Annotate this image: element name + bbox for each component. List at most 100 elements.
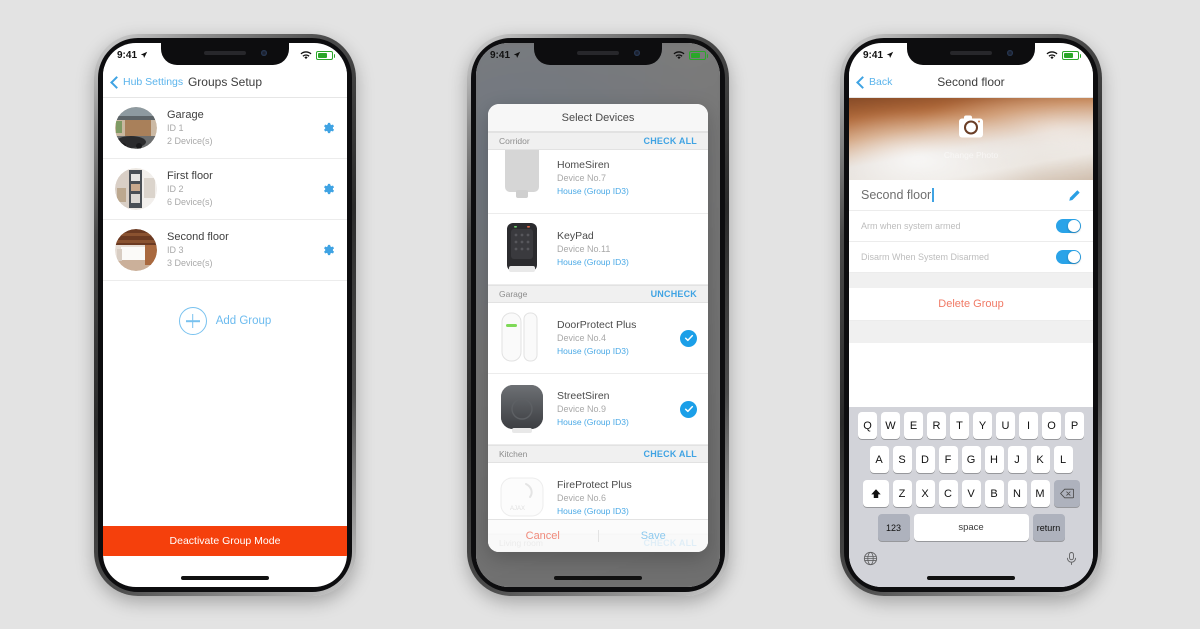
key-r[interactable]: R — [927, 412, 946, 439]
key-p[interactable]: P — [1065, 412, 1084, 439]
shift-icon[interactable] — [862, 480, 889, 507]
phone2-screen: 9:41 Select Devices Corridor CHECK ALL H… — [476, 43, 720, 587]
key-k[interactable]: K — [1030, 446, 1050, 473]
device-name: DoorProtect Plus — [557, 318, 637, 331]
device-group[interactable]: House (Group ID3) — [557, 185, 697, 199]
key-w[interactable]: W — [881, 412, 900, 439]
group-photo[interactable]: Change Photo — [849, 98, 1093, 180]
deactivate-group-mode-button[interactable]: Deactivate Group Mode — [103, 526, 347, 556]
key-s[interactable]: S — [892, 446, 912, 473]
device-row[interactable]: KeyPad Device No.11 House (Group ID3) — [488, 214, 708, 285]
key-j[interactable]: J — [1007, 446, 1027, 473]
key-a[interactable]: A — [869, 446, 889, 473]
key-z[interactable]: Z — [892, 480, 912, 507]
section-action[interactable]: CHECK ALL — [644, 136, 697, 146]
device-info: KeyPad Device No.11 House (Group ID3) — [557, 229, 697, 270]
toggle-switch-arm[interactable] — [1056, 219, 1081, 233]
globe-icon[interactable] — [863, 551, 878, 566]
chevron-left-icon — [856, 75, 869, 89]
key-b[interactable]: B — [984, 480, 1004, 507]
key-c[interactable]: C — [938, 480, 958, 507]
list-item[interactable]: Garage ID 1 2 Device(s) — [103, 98, 347, 159]
key-v[interactable]: V — [961, 480, 981, 507]
key-m[interactable]: M — [1030, 480, 1050, 507]
key-q[interactable]: Q — [858, 412, 877, 439]
section-gap — [849, 273, 1093, 288]
delete-group-button[interactable]: Delete Group — [849, 288, 1093, 321]
device-row[interactable]: StreetSiren Device No.9 House (Group ID3… — [488, 374, 708, 445]
group-thumbnail — [115, 168, 157, 210]
gear-icon[interactable] — [321, 121, 335, 135]
list-item[interactable]: First floor ID 2 6 Device(s) — [103, 159, 347, 220]
group-text: Garage ID 1 2 Device(s) — [167, 109, 311, 148]
gear-icon[interactable] — [321, 182, 335, 196]
device-group[interactable]: House (Group ID3) — [557, 256, 697, 270]
device-image-fireprotect: AJAX — [496, 470, 548, 526]
toggle-switch-disarm[interactable] — [1056, 250, 1081, 264]
screenshot-stage: 9:41 Hub Settings Groups Setup Garage ID… — [0, 0, 1200, 629]
pencil-icon[interactable] — [1068, 189, 1081, 202]
battery-icon — [689, 50, 708, 60]
key-y[interactable]: Y — [973, 412, 992, 439]
group-text: Second floor ID 3 3 Device(s) — [167, 231, 311, 270]
gear-icon[interactable] — [321, 243, 335, 257]
key-u[interactable]: U — [996, 412, 1015, 439]
toggle-row-arm[interactable]: Arm when system armed — [849, 211, 1093, 242]
wifi-icon — [300, 50, 312, 59]
device-group[interactable]: House (Group ID3) — [557, 505, 697, 519]
key-t[interactable]: T — [950, 412, 969, 439]
toggle-row-disarm[interactable]: Disarm When System Disarmed — [849, 242, 1093, 273]
device-number: Device No.6 — [557, 492, 607, 503]
device-row[interactable]: HomeSiren Device No.7 House (Group ID3) — [488, 142, 708, 214]
checkbox-checked[interactable] — [680, 400, 697, 418]
key-n[interactable]: N — [1007, 480, 1027, 507]
key-f[interactable]: F — [938, 446, 958, 473]
status-left: 9:41 — [863, 50, 894, 61]
device-row[interactable]: DoorProtect Plus Device No.4 House (Grou… — [488, 303, 708, 374]
page-title: Second floor — [937, 75, 1005, 89]
groups-list: Garage ID 1 2 Device(s) First floor ID 2… — [103, 98, 347, 281]
key-o[interactable]: O — [1042, 412, 1061, 439]
save-button[interactable]: Save — [599, 530, 709, 542]
device-info: DoorProtect Plus Device No.4 House (Grou… — [557, 318, 671, 359]
cancel-button[interactable]: Cancel — [488, 530, 599, 542]
section-action[interactable]: CHECK ALL — [644, 449, 697, 459]
microphone-icon[interactable] — [1064, 551, 1079, 566]
camera-icon[interactable] — [959, 115, 983, 138]
key-h[interactable]: H — [984, 446, 1004, 473]
checkbox-checked[interactable] — [680, 329, 697, 347]
device-image-keypad — [496, 221, 548, 277]
bottom-gap — [849, 321, 1093, 343]
device-info: FireProtect Plus Device No.6 House (Grou… — [557, 478, 697, 519]
key-l[interactable]: L — [1053, 446, 1073, 473]
group-name-input[interactable]: Second floor — [849, 180, 1093, 211]
list-item[interactable]: Second floor ID 3 3 Device(s) — [103, 220, 347, 281]
key-i[interactable]: I — [1019, 412, 1038, 439]
location-arrow-icon — [513, 51, 521, 58]
space-key[interactable]: space — [913, 514, 1029, 541]
on-screen-keyboard[interactable]: Q W E R T Y U I O P A S D F G H J K L Z … — [849, 407, 1093, 587]
select-devices-modal: Select Devices Corridor CHECK ALL HomeSi… — [488, 104, 708, 552]
front-camera — [261, 50, 267, 56]
key-e[interactable]: E — [904, 412, 923, 439]
return-key[interactable]: return — [1032, 514, 1065, 541]
device-group[interactable]: House (Group ID3) — [557, 416, 671, 430]
group-name-text: Second floor — [861, 188, 932, 202]
key-d[interactable]: D — [915, 446, 935, 473]
backspace-icon[interactable] — [1053, 480, 1080, 507]
device-group[interactable]: House (Group ID3) — [557, 345, 671, 359]
front-camera — [634, 50, 640, 56]
section-action[interactable]: UNCHECK — [651, 289, 697, 299]
device-list[interactable]: Corridor CHECK ALL HomeSiren Device No.7… — [488, 132, 708, 552]
check-icon — [684, 405, 693, 413]
key-x[interactable]: X — [915, 480, 935, 507]
key-g[interactable]: G — [961, 446, 981, 473]
group-id: ID 1 — [167, 123, 184, 134]
add-group-button[interactable]: Add Group — [103, 281, 347, 361]
back-button-hub-settings[interactable]: Hub Settings — [110, 75, 183, 89]
device-image-streetsiren — [496, 381, 548, 437]
phone-groups-setup: 9:41 Hub Settings Groups Setup Garage ID… — [94, 34, 356, 596]
numeric-key[interactable]: 123 — [877, 514, 910, 541]
back-button[interactable]: Back — [856, 75, 892, 89]
location-arrow-icon — [886, 51, 894, 58]
